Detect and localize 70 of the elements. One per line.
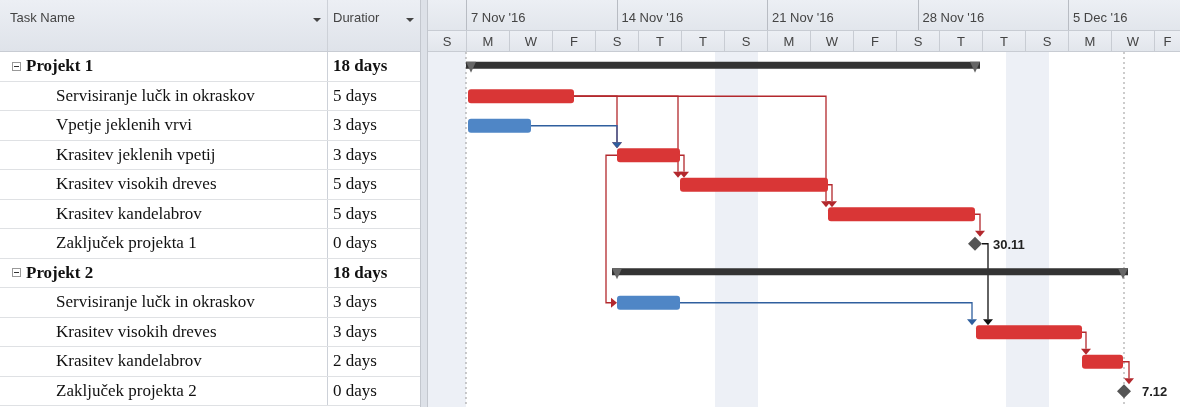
- day-label: T: [656, 33, 664, 49]
- milestone-date: 30.11: [993, 236, 1025, 252]
- dependency-arrow: [1122, 361, 1134, 385]
- day-label: S: [913, 33, 923, 49]
- duration-cell: 3 days: [333, 292, 377, 313]
- summary-bar[interactable]: [466, 61, 980, 73]
- week-label: 14 Nov '16: [621, 10, 684, 25]
- task-name: Zaključek projekta 1: [55, 233, 197, 254]
- day-label: T: [1000, 33, 1008, 49]
- milestone-icon[interactable]: [968, 236, 982, 251]
- day-label: F: [570, 33, 578, 49]
- dependency-arrow: [974, 213, 985, 237]
- duration-cell: 5 days: [333, 203, 377, 224]
- summary-bar[interactable]: [612, 268, 1128, 280]
- day-label: S: [741, 33, 751, 49]
- day-label: W: [1126, 33, 1140, 49]
- task-bar[interactable]: [680, 177, 828, 192]
- duration-cell: 18 days: [333, 56, 388, 77]
- task-bar[interactable]: [468, 89, 574, 104]
- day-label: W: [524, 33, 538, 49]
- duration-cell: 18 days: [333, 262, 388, 283]
- day-label: T: [957, 33, 965, 49]
- day-label: S: [442, 33, 452, 49]
- task-name: Projekt 2: [26, 262, 94, 283]
- day-label: T: [699, 33, 707, 49]
- task-name: Krasitev jeklenih vpetij: [55, 144, 216, 165]
- duration-cell: 0 days: [333, 233, 377, 254]
- task-name: Zaključek projekta 2: [55, 380, 197, 401]
- duration-cell: 3 days: [333, 321, 377, 342]
- milestone-icon[interactable]: [1117, 384, 1131, 399]
- task-name: Krasitev kandelabrov: [55, 203, 202, 224]
- day-label: M: [783, 33, 795, 49]
- task-bar[interactable]: [1082, 354, 1123, 369]
- duration-cell: 0 days: [333, 380, 377, 401]
- dropdown-icon[interactable]: [406, 18, 414, 22]
- week-label: 28 Nov '16: [922, 10, 985, 25]
- collapse-icon[interactable]: [12, 61, 21, 71]
- task-bar[interactable]: [976, 325, 1082, 340]
- milestone-date: 7.12: [1142, 384, 1168, 400]
- task-bar[interactable]: [468, 118, 531, 133]
- week-label: 5 Dec '16: [1073, 10, 1128, 25]
- duration-cell: 2 days: [333, 351, 377, 372]
- column-header[interactable]: Task Name: [0, 0, 328, 51]
- day-label: M: [482, 33, 494, 49]
- day-label: F: [871, 33, 879, 49]
- week-label: 7 Nov '16: [471, 10, 526, 25]
- dependency-arrow: [1081, 331, 1091, 355]
- task-name: Servisiranje lučk in okraskov: [55, 292, 255, 313]
- duration-cell: 3 days: [333, 144, 377, 165]
- task-name: Projekt 1: [26, 56, 94, 77]
- day-label: W: [825, 33, 839, 49]
- task-name: Servisiranje lučk in okraskov: [55, 85, 255, 106]
- task-name: Krasitev visokih dreves: [55, 321, 217, 342]
- collapse-icon[interactable]: [12, 268, 21, 278]
- task-name: Krasitev kandelabrov: [55, 351, 202, 372]
- duration-cell: 5 days: [333, 85, 377, 106]
- week-label: 21 Nov '16: [772, 10, 834, 25]
- task-bar[interactable]: [828, 207, 975, 222]
- task-name: Vpetje jeklenih vrvi: [55, 115, 192, 136]
- day-label: F: [1163, 33, 1172, 49]
- task-bar[interactable]: [617, 295, 680, 310]
- dropdown-icon[interactable]: [313, 18, 321, 22]
- task-name: Krasitev visokih dreves: [55, 174, 217, 195]
- duration-cell: 5 days: [333, 174, 377, 195]
- day-label: M: [1084, 33, 1096, 49]
- column-header[interactable]: Duratior: [328, 0, 420, 51]
- duration-cell: 3 days: [333, 115, 377, 136]
- day-label: S: [1042, 33, 1052, 49]
- day-label: S: [612, 33, 622, 49]
- task-bar[interactable]: [617, 148, 680, 163]
